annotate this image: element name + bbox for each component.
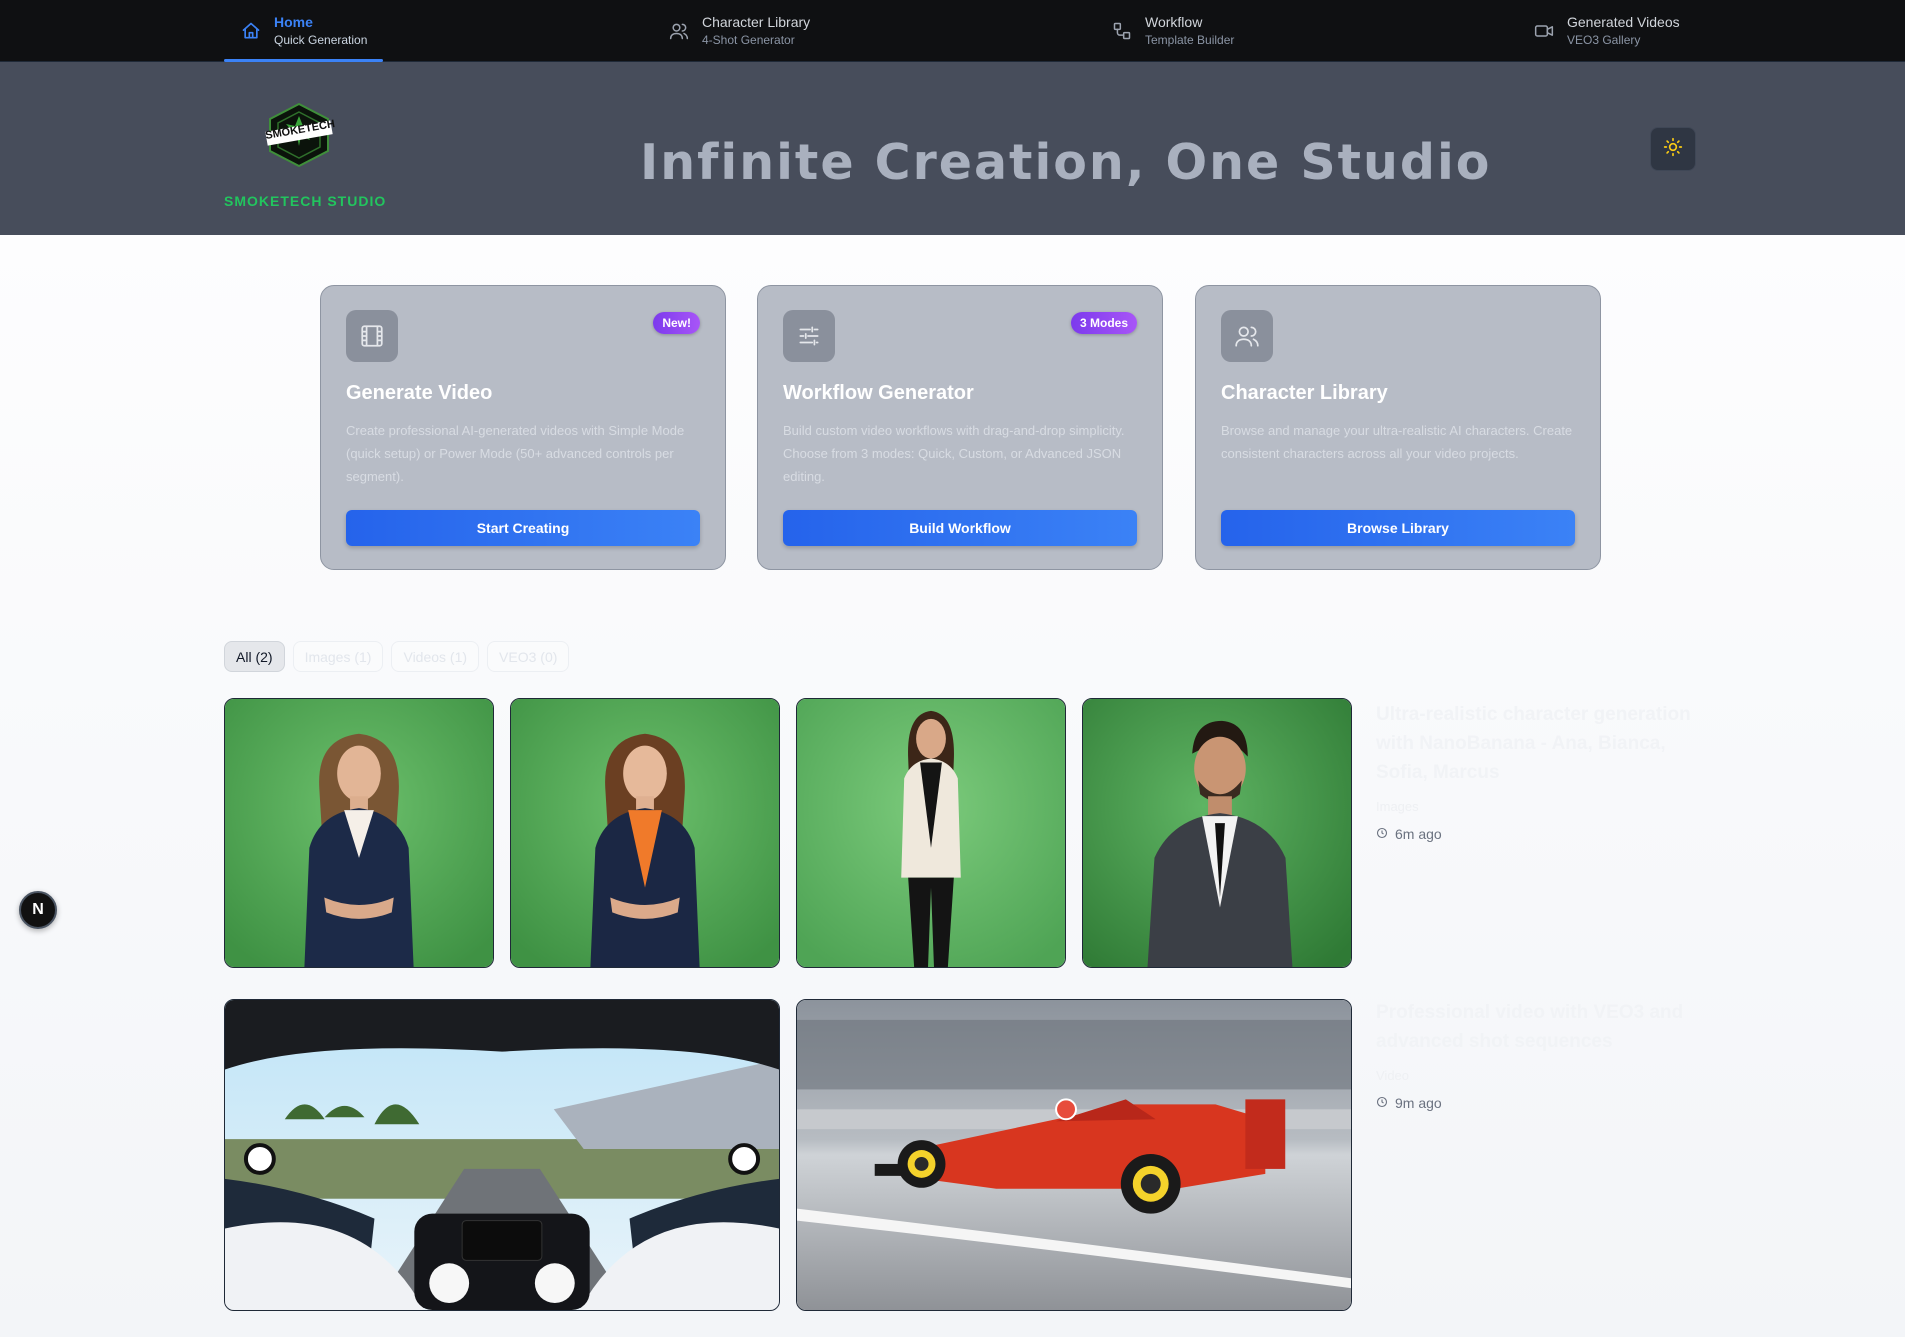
brand-name: SMOKETECH STUDIO (224, 193, 387, 209)
nav-generated-label: Generated Videos (1567, 14, 1680, 31)
character-image-sofia[interactable] (796, 698, 1066, 968)
character-image-bianca[interactable] (510, 698, 780, 968)
clock-icon (1376, 1095, 1388, 1111)
nav-workflow[interactable]: Workflow Template Builder (1111, 0, 1234, 62)
browse-library-button[interactable]: Browse Library (1221, 510, 1575, 546)
modes-badge: 3 Modes (1070, 312, 1137, 334)
users-icon (668, 20, 690, 42)
nav-generated-sub: VEO3 Gallery (1567, 33, 1641, 48)
users-icon (1221, 310, 1273, 362)
nav-generated-videos[interactable]: Generated Videos VEO3 Gallery (1533, 0, 1680, 62)
build-workflow-button[interactable]: Build Workflow (783, 510, 1137, 546)
dev-tools-badge[interactable]: N (19, 891, 57, 929)
video-icon (1533, 20, 1555, 42)
card-title: Workflow Generator (783, 382, 974, 404)
gallery-item-type: Video (1376, 1068, 1410, 1083)
film-icon (346, 310, 398, 362)
character-library-card: Character Library Browse and manage your… (1195, 285, 1601, 570)
filter-all[interactable]: All (2) (224, 641, 285, 672)
filter-images[interactable]: Images (1) (292, 641, 384, 672)
nav-character-label: Character Library (702, 14, 811, 31)
card-description: Browse and manage your ultra-realistic A… (1221, 423, 1573, 461)
nav-workflow-sub: Template Builder (1145, 33, 1235, 48)
hero-title: Infinite Creation, One Studio (640, 134, 1492, 191)
gallery-item-meta: Professional video with VEO3 and advance… (1376, 998, 1696, 1111)
sun-icon (1663, 137, 1683, 162)
video-race-car[interactable] (796, 999, 1352, 1311)
sliders-icon (783, 310, 835, 362)
nav-home[interactable]: Home Quick Generation (224, 0, 383, 62)
nav-character-library[interactable]: Character Library 4-Shot Generator (668, 0, 810, 62)
generate-video-card: New! Generate Video Create professional … (320, 285, 726, 570)
card-description: Create professional AI-generated videos … (346, 423, 685, 484)
hero-banner: SMOKETECH SMOKETECH STUDIO Infinite Crea… (0, 62, 1905, 235)
character-image-marcus[interactable] (1082, 698, 1352, 968)
start-creating-button[interactable]: Start Creating (346, 510, 700, 546)
nav-workflow-label: Workflow (1145, 14, 1203, 31)
video-cockpit-view[interactable] (224, 999, 780, 1311)
card-description: Build custom video workflows with drag-a… (783, 423, 1125, 484)
filter-videos[interactable]: Videos (1) (391, 641, 480, 672)
gallery-item-time: 9m ago (1376, 1095, 1696, 1111)
time-ago: 9m ago (1395, 1095, 1442, 1111)
gallery-item-meta: Ultra-realistic character generation wit… (1376, 700, 1696, 842)
new-badge: New! (653, 312, 700, 334)
main-content: New! Generate Video Create professional … (0, 235, 1905, 1337)
gallery-item-title: Professional video with VEO3 and advance… (1376, 1002, 1684, 1052)
nav-home-sub: Quick Generation (274, 33, 368, 48)
card-title: Character Library (1221, 382, 1388, 404)
gallery-item-type: Images (1376, 799, 1419, 814)
clock-icon (1376, 826, 1388, 842)
workflow-generator-card: 3 Modes Workflow Generator Build custom … (757, 285, 1163, 570)
gallery-filters: All (2) Images (1) Videos (1) VEO3 (0) (224, 641, 570, 672)
card-title: Generate Video (346, 382, 493, 404)
home-icon (240, 20, 262, 42)
gallery-item-time: 6m ago (1376, 826, 1696, 842)
nav-character-sub: 4-Shot Generator (702, 33, 795, 48)
filter-veo3[interactable]: VEO3 (0) (487, 641, 570, 672)
gallery-item-title: Ultra-realistic character generation wit… (1376, 704, 1691, 783)
time-ago: 6m ago (1395, 826, 1442, 842)
character-image-ana[interactable] (224, 698, 494, 968)
workflow-icon (1111, 20, 1133, 42)
nav-home-label: Home (274, 14, 313, 31)
top-navigation: Home Quick Generation Character Library … (0, 0, 1905, 62)
theme-toggle-button[interactable] (1650, 127, 1696, 171)
